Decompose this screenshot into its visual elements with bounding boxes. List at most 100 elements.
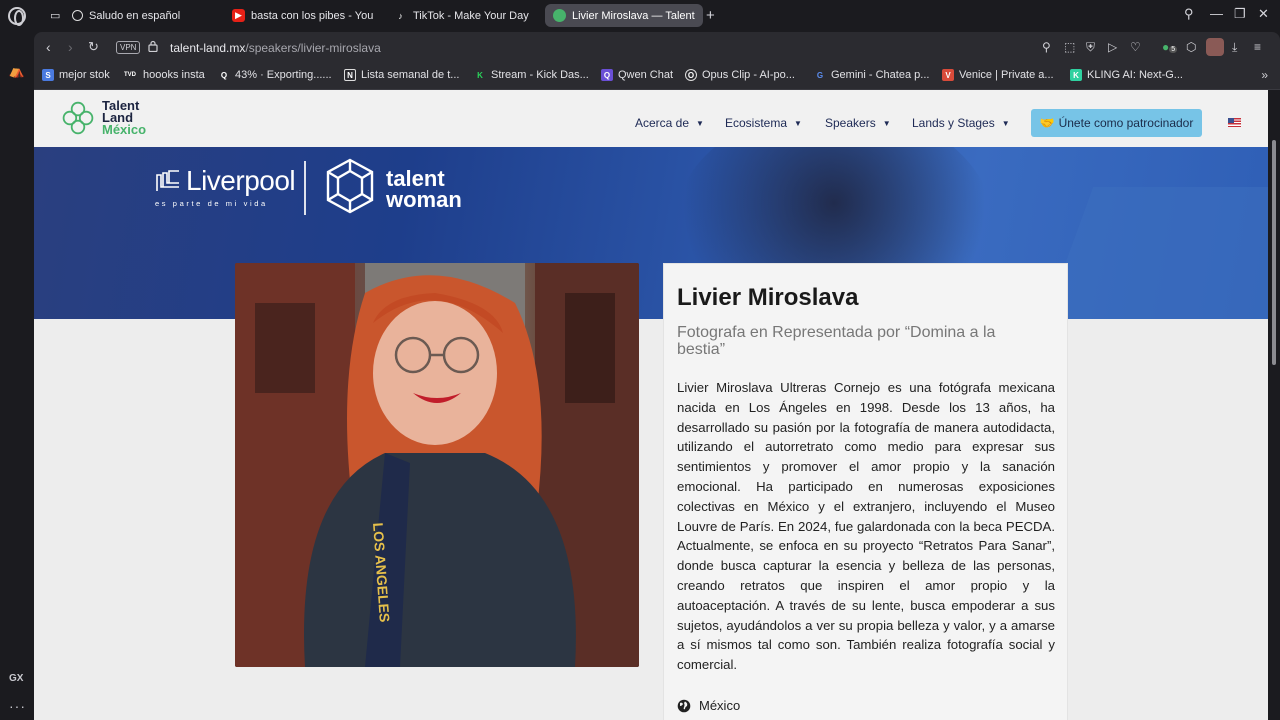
- bookmark-item[interactable]: K KLING AI: Next-G...: [1070, 69, 1183, 81]
- talent-land-favicon-icon: [553, 9, 566, 22]
- bookmark-label: Lista semanal de t...: [361, 69, 460, 81]
- bookmark-label: Stream - Kick Das...: [491, 69, 589, 81]
- opera-logo-icon[interactable]: [8, 7, 26, 26]
- tab-switcher-icon[interactable]: ▭: [42, 4, 66, 27]
- bookmark-label: Qwen Chat: [618, 69, 674, 81]
- reload-icon[interactable]: ↻: [88, 39, 99, 55]
- bookmark-item[interactable]: V Venice | Private a...: [942, 69, 1054, 81]
- chatgpt-icon: [72, 10, 83, 21]
- bookmark-item[interactable]: O Opus Clip - AI-po...: [685, 69, 795, 81]
- close-window-icon[interactable]: ✕: [1258, 6, 1269, 22]
- bookmark-item[interactable]: Q Qwen Chat: [601, 69, 673, 81]
- bookmark-item[interactable]: TVD hoooks insta: [122, 69, 205, 81]
- liverpool-mark-icon: [156, 170, 179, 191]
- bookmark-label: KLING AI: Next-G...: [1087, 69, 1183, 81]
- liverpool-wordmark: Liverpool: [186, 165, 296, 196]
- web-page: Talent Land México Acerca de ▼ Ecosistema…: [34, 90, 1268, 720]
- gx-label[interactable]: GX: [9, 673, 23, 684]
- country-label: México: [699, 698, 741, 713]
- sponsor-button[interactable]: 🤝 Únete como patrocinador: [1031, 109, 1202, 137]
- bookmark-item[interactable]: N Lista semanal de t...: [344, 69, 459, 81]
- heart-icon[interactable]: ♡: [1130, 40, 1141, 54]
- nav-speakers[interactable]: Speakers ▼: [825, 116, 891, 130]
- nav-label: Speakers: [825, 116, 876, 130]
- profile-avatar[interactable]: [1206, 38, 1224, 56]
- speaker-bio: Livier Miroslava Ultreras Cornejo es una…: [677, 380, 1055, 673]
- tab-youtube[interactable]: ▶ basta con los pibes - You: [224, 4, 374, 27]
- tab-title: basta con los pibes - You: [251, 9, 374, 22]
- player-icon[interactable]: ▷: [1108, 40, 1117, 54]
- bookmark-favicon-icon: G: [816, 70, 824, 80]
- us-flag-icon[interactable]: [1228, 118, 1241, 127]
- bookmark-label: mejor stok: [59, 69, 110, 81]
- vpn-badge[interactable]: VPN: [116, 41, 141, 54]
- snapshot-icon[interactable]: ⬚: [1064, 40, 1075, 54]
- lock-icon[interactable]: [148, 40, 158, 52]
- logo-line-3: México: [102, 122, 147, 137]
- nav-label: Acerca de: [635, 116, 690, 130]
- scrollbar-thumb[interactable]: [1272, 140, 1276, 365]
- youtube-icon: ▶: [232, 9, 245, 22]
- speaker-country: México: [677, 698, 740, 713]
- bookmark-favicon-icon: K: [1070, 69, 1082, 81]
- url-field[interactable]: talent-land.mx/speakers/livier-miroslava: [170, 41, 381, 55]
- sidebar-more-icon[interactable]: ···: [9, 698, 26, 714]
- banner-divider: [304, 161, 306, 215]
- talent-woman-wordmark: talent woman: [386, 168, 462, 211]
- nav-ecosistema[interactable]: Ecosistema ▼: [725, 116, 802, 130]
- bookmark-label: Venice | Private a...: [959, 69, 1054, 81]
- url-path: /speakers/livier-miroslava: [245, 41, 381, 55]
- bookmarks-overflow-icon[interactable]: »: [1261, 68, 1268, 82]
- speaker-info-card: Livier Miroslava Fotografa en Representa…: [663, 263, 1068, 720]
- bookmark-favicon-icon: O: [685, 69, 697, 81]
- restore-icon[interactable]: ❐: [1234, 6, 1246, 22]
- minimize-icon[interactable]: —: [1210, 6, 1223, 21]
- new-tab-icon[interactable]: +: [706, 7, 715, 24]
- extensions-puzzle-icon[interactable]: ⬡: [1186, 40, 1196, 54]
- talent-land-logo-icon[interactable]: [60, 100, 96, 136]
- pin-icon[interactable]: ⚲: [1042, 40, 1051, 54]
- tab-strip: ▭ Saludo en español ▶ basta con los pibe…: [34, 0, 1280, 32]
- url-host: talent-land.mx: [170, 41, 246, 55]
- pinboard-icon[interactable]: ⛺: [8, 62, 26, 80]
- menu-icon[interactable]: ≡: [1254, 40, 1261, 54]
- tab-talent-land[interactable]: Livier Miroslava — Talent ✕: [545, 4, 703, 27]
- nav-lands-y-stages[interactable]: Lands y Stages ▼: [912, 116, 1010, 130]
- bookmark-label: hoooks insta: [143, 69, 205, 81]
- extension-icon[interactable]: ● 5: [1162, 40, 1178, 54]
- bookmark-item[interactable]: Smejor stok: [42, 69, 110, 81]
- bookmark-favicon-icon: TVD: [124, 72, 136, 78]
- back-icon[interactable]: ‹: [46, 39, 51, 55]
- sponsor-banner: Liverpool es parte de mi vida talent wom…: [34, 147, 1268, 319]
- chevron-down-icon: ▼: [696, 118, 704, 128]
- bookmark-item[interactable]: Q 43% · Exporting......: [218, 69, 332, 81]
- site-header: Talent Land México Acerca de ▼ Ecosistema…: [34, 90, 1268, 147]
- talent-woman-logo-icon: [326, 158, 374, 214]
- bookmark-label: 43% · Exporting......: [235, 69, 332, 81]
- bookmark-favicon-icon: K: [477, 70, 483, 80]
- handshake-icon: 🤝: [1039, 116, 1055, 130]
- tab-title: Livier Miroslava — Talent: [572, 9, 695, 22]
- page-scrollbar[interactable]: [1268, 90, 1280, 720]
- liverpool-logo: Liverpool es parte de mi vida: [155, 165, 296, 208]
- download-icon[interactable]: ⤓: [1232, 40, 1237, 55]
- search-tabs-icon[interactable]: ⚲: [1184, 6, 1194, 22]
- tab-title: TikTok - Make Your Day: [413, 9, 529, 22]
- speaker-name: Livier Miroslava: [677, 284, 859, 311]
- speaker-photo-illustration: LOS ANGELES: [235, 263, 639, 667]
- bookmark-favicon-icon: S: [42, 69, 54, 81]
- banner-background-shape: [1034, 187, 1268, 319]
- address-toolbar: ‹ › ↻ VPN talent-land.mx/speakers/livier…: [34, 32, 1280, 63]
- forward-icon[interactable]: ›: [68, 39, 73, 55]
- chevron-down-icon: ▼: [1001, 118, 1010, 128]
- nav-acerca-de[interactable]: Acerca de ▼: [635, 116, 704, 130]
- nav-label: Lands y Stages: [912, 116, 995, 130]
- shield-icon[interactable]: ⛨: [1086, 40, 1095, 55]
- globe-icon: [677, 699, 691, 712]
- tab-tiktok[interactable]: ♪ TikTok - Make Your Day: [386, 4, 538, 27]
- talent-land-wordmark[interactable]: Talent Land México: [102, 99, 147, 137]
- bookmark-label: Gemini - Chatea p...: [831, 69, 930, 81]
- tab-saludo[interactable]: Saludo en español: [64, 4, 222, 27]
- bookmark-item[interactable]: G Gemini - Chatea p...: [814, 69, 930, 81]
- bookmark-item[interactable]: K Stream - Kick Das...: [474, 69, 589, 81]
